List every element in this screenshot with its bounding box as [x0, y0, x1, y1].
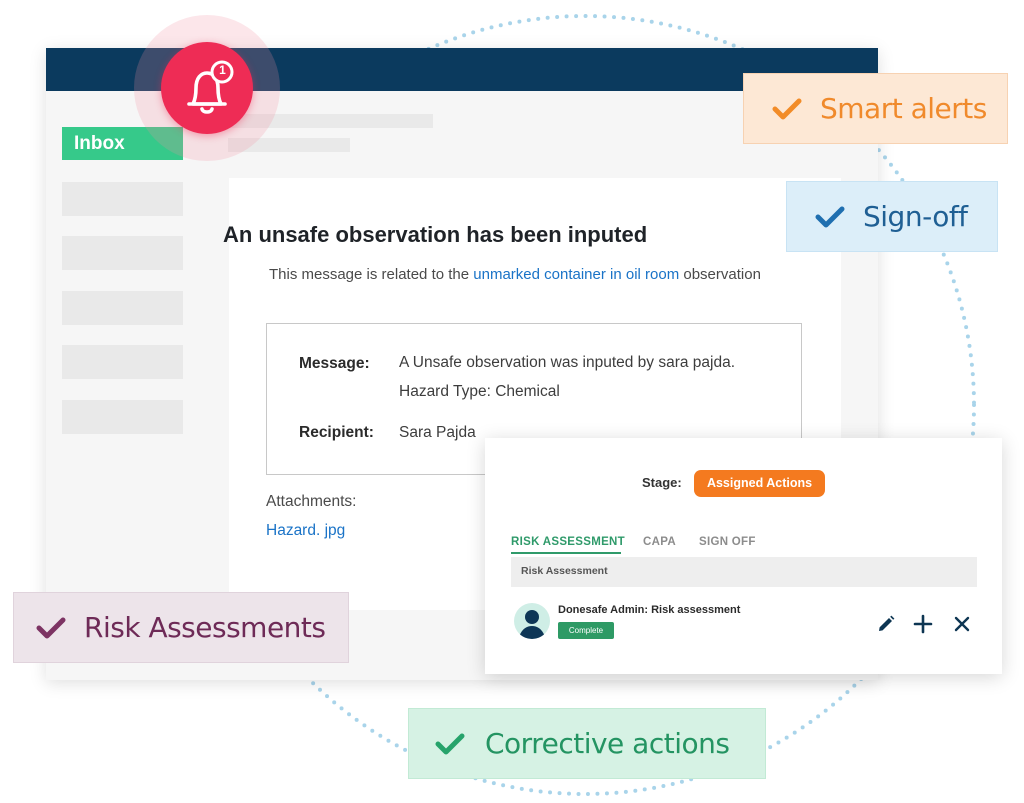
- avatar: [514, 603, 550, 639]
- check-icon: [772, 98, 802, 119]
- recipient-label: Recipient:: [299, 424, 374, 441]
- subtitle-prefix: This message is related to the: [269, 266, 474, 283]
- tab-sign-off[interactable]: SIGN OFF: [699, 536, 756, 548]
- subtitle-suffix: observation: [679, 266, 761, 283]
- stage-label: Stage:: [642, 475, 682, 490]
- plus-icon[interactable]: [913, 614, 933, 634]
- section-header-text: Risk Assessment: [521, 565, 608, 577]
- tab-risk-assessment[interactable]: RISK ASSESSMENT: [511, 536, 625, 548]
- tab-capa[interactable]: CAPA: [643, 536, 676, 548]
- message-label: Message:: [299, 355, 370, 372]
- message-subtitle: This message is related to the unmarked …: [269, 266, 761, 283]
- sign-off-pill: Sign-off: [786, 181, 998, 252]
- message-line-1: A Unsafe observation was inputed by sara…: [399, 354, 736, 371]
- bell-icon: [187, 60, 234, 114]
- observation-link[interactable]: unmarked container in oil room: [473, 266, 679, 283]
- risk-assessments-label: Risk Assessments: [84, 611, 326, 644]
- smart-alerts-label: Smart alerts: [820, 92, 987, 125]
- attachment-link[interactable]: Hazard. jpg: [266, 522, 345, 540]
- notification-count: 1: [219, 63, 226, 77]
- smart-alerts-pill: Smart alerts: [743, 73, 1008, 144]
- sidebar-item-placeholder[interactable]: [62, 345, 183, 379]
- sidebar-item-placeholder[interactable]: [62, 182, 183, 216]
- message-line-2: Hazard Type: Chemical: [399, 383, 560, 400]
- corrective-actions-label: Corrective actions: [485, 727, 730, 760]
- sign-off-label: Sign-off: [863, 200, 968, 233]
- corrective-actions-pill: Corrective actions: [408, 708, 766, 779]
- sidebar-item-placeholder[interactable]: [62, 400, 183, 434]
- check-icon: [36, 617, 66, 638]
- check-icon: [815, 206, 845, 227]
- attachments-label: Attachments:: [266, 493, 357, 510]
- sidebar-item-placeholder[interactable]: [62, 291, 183, 325]
- status-badge: Complete: [558, 622, 614, 639]
- close-icon[interactable]: [953, 615, 971, 633]
- message-title: An unsafe observation has been inputed: [223, 222, 648, 247]
- sidebar-item-placeholder[interactable]: [62, 236, 183, 270]
- active-tab-indicator: [511, 552, 621, 554]
- recipient-value: Sara Pajda: [399, 424, 476, 441]
- check-icon: [435, 733, 465, 754]
- notification-bell-button[interactable]: 1: [161, 42, 253, 134]
- edit-icon[interactable]: [876, 614, 896, 634]
- assignee-text: Donesafe Admin: Risk assessment: [558, 604, 741, 616]
- stage-badge[interactable]: Assigned Actions: [694, 470, 825, 497]
- risk-assessments-pill: Risk Assessments: [13, 592, 349, 663]
- user-avatar-icon: [518, 610, 546, 639]
